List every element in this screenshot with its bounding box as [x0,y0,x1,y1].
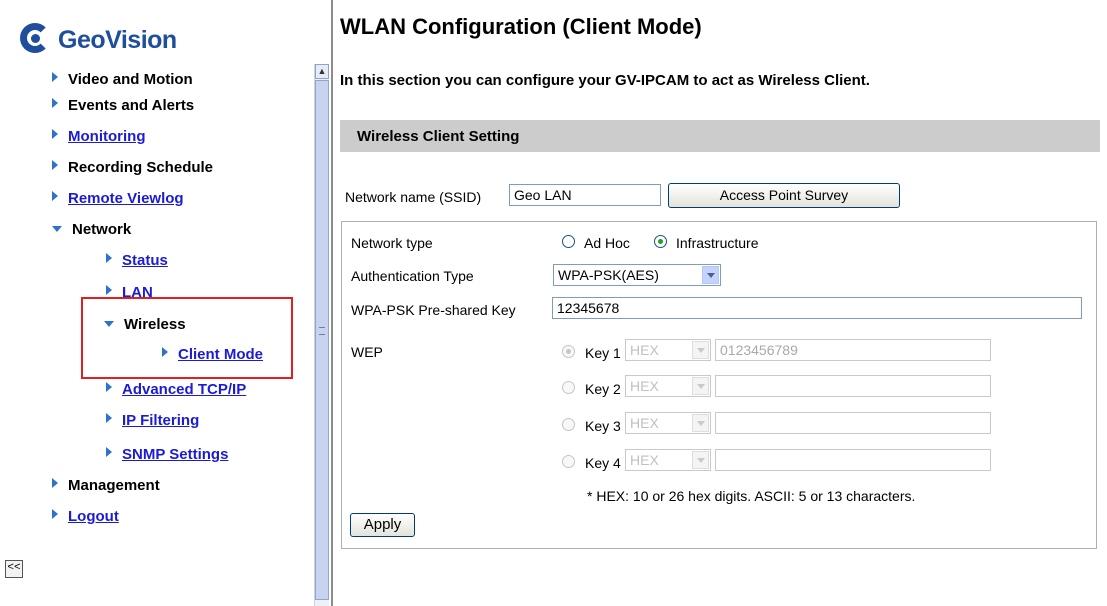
adhoc-radio[interactable] [562,235,575,248]
nav-item-ip-filtering[interactable]: IP Filtering [106,412,199,430]
key2-input[interactable] [715,375,991,397]
expand-arrow-icon [52,509,58,519]
key3-label: Key 3 [585,418,621,434]
expand-arrow-icon [52,72,58,82]
expand-arrow-icon [52,160,58,170]
key3-input[interactable] [715,412,991,434]
nav-item-events-and-alerts[interactable]: Events and Alerts [52,97,194,115]
psk-label: WPA-PSK Pre-shared Key [351,302,516,318]
key-format-note: * HEX: 10 or 26 hex digits. ASCII: 5 or … [587,488,916,504]
nav-item-advanced-tcpip[interactable]: Advanced TCP/IP [106,381,246,399]
key1-format-select[interactable]: HEX [625,339,711,361]
nav-scrollbar[interactable]: ▲ [314,64,329,606]
scroll-thumb[interactable] [315,80,329,600]
dropdown-arrow-icon [692,451,709,469]
key4-input[interactable] [715,449,991,471]
frame-divider[interactable] [331,0,333,606]
nav-item-network[interactable]: Network [52,221,131,239]
auth-type-value: WPA-PSK(AES) [558,267,659,283]
dropdown-arrow-icon [702,266,719,284]
wireless-highlight-box [81,297,293,379]
grip-icon [319,327,325,335]
expand-arrow-icon [52,98,58,108]
dropdown-arrow-icon [692,341,709,359]
key1-input[interactable]: 0123456789 [715,339,991,361]
key4-format-select[interactable]: HEX [625,449,711,471]
navigation-panel: GeoVision Video and Motion Events and Al… [0,0,314,606]
key2-format-value: HEX [630,378,659,394]
network-type-label: Network type [351,235,433,251]
expand-arrow-icon [106,447,112,457]
expand-arrow-icon [52,478,58,488]
auth-type-select[interactable]: WPA-PSK(AES) [553,264,721,286]
auth-type-label: Authentication Type [351,268,474,284]
intro-text: In this section you can configure your G… [340,72,870,89]
key3-radio[interactable] [562,418,575,431]
infrastructure-label: Infrastructure [676,235,759,251]
nav-item-recording-schedule[interactable]: Recording Schedule [52,159,213,177]
key1-format-value: HEX [630,342,659,358]
ssid-input[interactable]: Geo LAN [509,184,661,206]
adhoc-label: Ad Hoc [584,235,630,251]
brand-name: GeoVision [58,25,177,54]
section-header: Wireless Client Setting [340,120,1100,152]
key2-format-select[interactable]: HEX [625,375,711,397]
apply-button[interactable]: Apply [350,513,415,537]
nav-item-status[interactable]: Status [106,252,168,270]
key4-format-value: HEX [630,452,659,468]
expand-arrow-icon [106,382,112,392]
key3-format-value: HEX [630,415,659,431]
geovision-logo: GeoVision [20,22,177,58]
section-title: Wireless Client Setting [357,128,520,145]
wep-label: WEP [351,344,383,360]
expand-arrow-icon [106,253,112,263]
dropdown-arrow-icon [692,377,709,395]
expand-arrow-icon [52,191,58,201]
infrastructure-radio[interactable] [654,235,667,248]
expand-arrow-icon [52,129,58,139]
page-title: WLAN Configuration (Client Mode) [340,14,702,39]
key1-radio[interactable] [562,345,575,358]
key2-radio[interactable] [562,381,575,394]
key4-radio[interactable] [562,455,575,468]
key1-label: Key 1 [585,345,621,361]
nav-item-video-and-motion[interactable]: Video and Motion [52,71,193,89]
nav-item-management[interactable]: Management [52,477,160,495]
nav-item-snmp-settings[interactable]: SNMP Settings [106,446,228,464]
nav-item-monitoring[interactable]: Monitoring [52,128,145,146]
psk-input[interactable]: 12345678 [552,297,1082,319]
access-point-survey-button[interactable]: Access Point Survey [668,183,900,208]
dropdown-arrow-icon [692,414,709,432]
collapse-menu-button[interactable]: << [5,560,23,578]
nav-item-logout[interactable]: Logout [52,508,119,526]
expand-arrow-icon [106,285,112,295]
collapse-arrow-icon [52,226,62,232]
key3-format-select[interactable]: HEX [625,412,711,434]
nav-item-remote-viewlog[interactable]: Remote Viewlog [52,190,184,208]
scroll-up-arrow-icon[interactable]: ▲ [315,64,329,79]
key2-label: Key 2 [585,381,621,397]
key4-label: Key 4 [585,455,621,471]
geovision-logo-icon [20,23,54,57]
expand-arrow-icon [106,413,112,423]
ssid-label: Network name (SSID) [345,189,482,205]
